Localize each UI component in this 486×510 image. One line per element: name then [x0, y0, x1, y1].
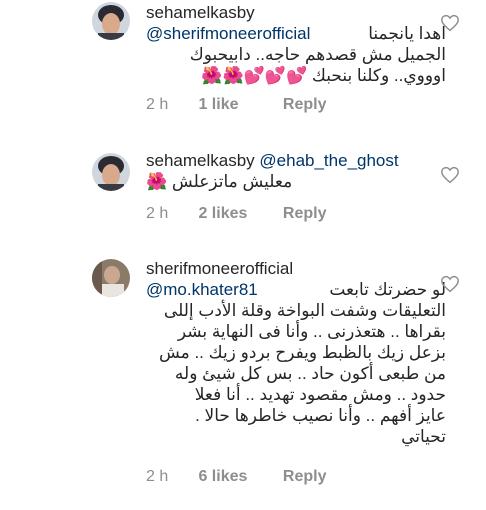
avatar[interactable]: [92, 153, 130, 191]
comment-text-line: حدود .. ومش مقصود تهديد .. أنا فعلا: [194, 385, 446, 404]
likes-count[interactable]: 1 like: [198, 96, 278, 114]
comment-text: اوووي.. وكلنا بنحبك: [311, 66, 446, 85]
emoji-group: 🌺: [146, 172, 168, 191]
likes-count[interactable]: 2 likes: [198, 205, 278, 223]
mention[interactable]: @ehab_the_ghost: [259, 151, 398, 170]
timestamp: 2 h: [146, 96, 169, 113]
timestamp: 2 h: [146, 468, 169, 485]
emoji-group: 💕💕💕🌺🌺: [201, 66, 308, 85]
comment-meta: 2 h 2 likes Reply: [146, 205, 326, 223]
comment-text-line: عايز أفهم .. وأنا نصيب خاطرها حالا .: [195, 406, 446, 425]
username[interactable]: sehamelkasby: [146, 151, 255, 170]
comment-text-prefix: لو حضرتك تابعت: [329, 280, 446, 299]
comment-header: sherifmoneerofficial: [146, 258, 446, 279]
comment-text-line: من طبعى أكون حاد .. بس كل شيئ وله: [174, 364, 446, 383]
comment-text-line-3: اوووي.. وكلنا بنحبك 💕💕💕🌺🌺: [146, 65, 446, 86]
reply-button[interactable]: Reply: [283, 96, 327, 114]
comment-meta: 2 h 1 like Reply: [146, 96, 326, 114]
comment-text-line: بقراها .. هتعذرنى .. وأنا فى النهاية بشر: [177, 322, 446, 341]
mention-line: @mo.khater81 لو حضرتك تابعت: [146, 279, 446, 300]
comment-text-line: معليش ماتزعلش 🌺: [146, 171, 292, 192]
mention[interactable]: @mo.khater81: [146, 280, 258, 299]
comment-text-line: بزعل زيك بالظبط ويفرح بردو زيك .. مش: [158, 343, 446, 362]
comment-text-line: تحياتي: [401, 427, 446, 446]
comment-text-line: اهدا يانجمنا: [368, 24, 446, 43]
avatar[interactable]: [92, 2, 130, 40]
heart-icon[interactable]: [440, 166, 460, 184]
reply-button[interactable]: Reply: [283, 468, 327, 486]
comment-text-line: الجميل مش قصدهم حاجه.. دابيحبوك: [189, 45, 446, 64]
comment-header: sehamelkasby @ehab_the_ghost: [146, 150, 446, 171]
comment-meta: 2 h 6 likes Reply: [146, 468, 326, 486]
timestamp: 2 h: [146, 205, 169, 222]
comment-text-line: التعليقات وشفت البواخة وقلة الأدب إللى: [163, 301, 446, 320]
reply-button[interactable]: Reply: [283, 205, 327, 223]
username[interactable]: sherifmoneerofficial: [146, 259, 293, 278]
comment-text: معليش ماتزعلش: [171, 172, 293, 191]
avatar[interactable]: [92, 259, 130, 297]
heart-icon[interactable]: [440, 275, 460, 293]
likes-count[interactable]: 6 likes: [198, 468, 278, 486]
heart-icon[interactable]: [440, 14, 460, 32]
comment-header: sehamelkasby: [146, 2, 446, 23]
username[interactable]: sehamelkasby: [146, 3, 255, 22]
